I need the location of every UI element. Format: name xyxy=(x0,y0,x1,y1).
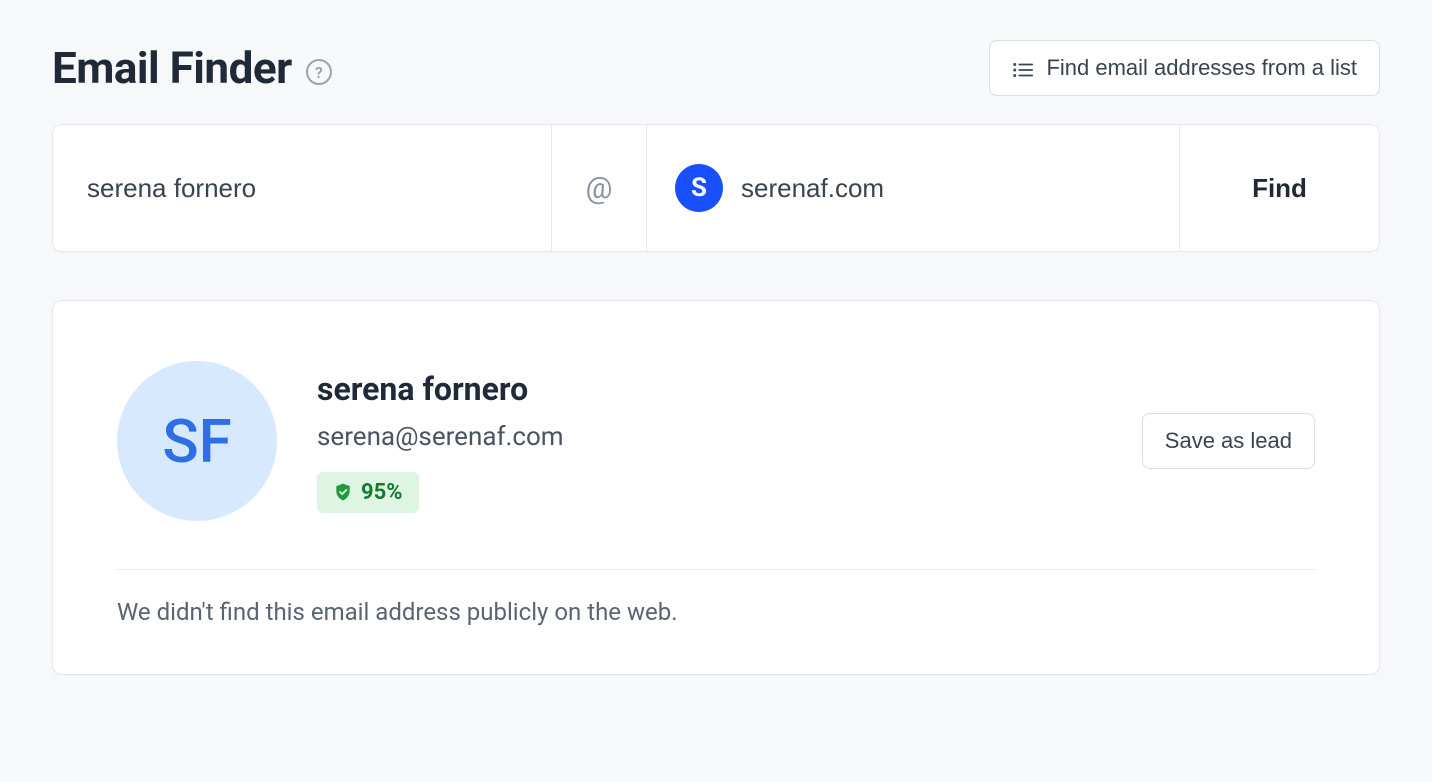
find-from-list-label: Find email addresses from a list xyxy=(1046,55,1357,81)
confidence-value: 95% xyxy=(361,480,403,505)
domain-wrap: S xyxy=(647,125,1179,251)
result-card: SF serena fornero serena@serenaf.com 95%… xyxy=(52,300,1380,675)
result-top: SF serena fornero serena@serenaf.com 95%… xyxy=(117,361,1315,521)
find-button[interactable]: Find xyxy=(1179,125,1379,251)
result-name: serena fornero xyxy=(317,370,1102,408)
result-divider xyxy=(117,569,1315,570)
result-info: serena fornero serena@serenaf.com 95% xyxy=(317,370,1102,513)
email-finder-page: Email Finder ? Find email addresses from… xyxy=(0,0,1432,715)
avatar: SF xyxy=(117,361,277,521)
name-input[interactable] xyxy=(53,125,551,251)
not-found-message: We didn't find this email address public… xyxy=(117,598,1315,626)
domain-favicon-badge: S xyxy=(675,164,723,212)
title-wrap: Email Finder ? xyxy=(52,42,332,94)
find-from-list-button[interactable]: Find email addresses from a list xyxy=(989,40,1380,96)
domain-input[interactable] xyxy=(741,173,1151,204)
page-title: Email Finder xyxy=(52,42,292,94)
result-email: serena@serenaf.com xyxy=(317,422,1102,452)
at-separator: @ xyxy=(551,125,647,251)
header-row: Email Finder ? Find email addresses from… xyxy=(52,40,1380,96)
confidence-badge: 95% xyxy=(317,472,419,513)
help-icon[interactable]: ? xyxy=(306,59,332,85)
shield-icon xyxy=(333,482,353,502)
search-card: @ S Find xyxy=(52,124,1380,252)
list-icon xyxy=(1012,59,1034,77)
save-as-lead-button[interactable]: Save as lead xyxy=(1142,413,1315,469)
